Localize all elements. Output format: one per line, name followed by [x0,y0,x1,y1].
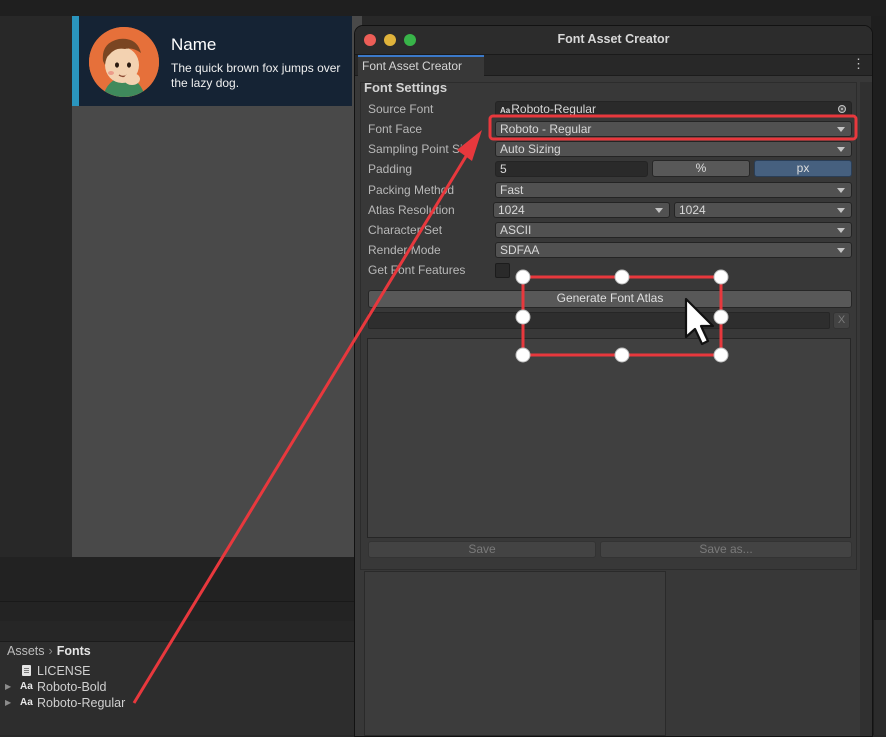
character-set-value: ASCII [500,223,532,237]
get-font-features-label: Get Font Features [368,263,466,277]
breadcrumb-fonts[interactable]: Fonts [57,644,91,658]
tab-font-asset-creator[interactable]: Font Asset Creator [358,55,484,76]
character-output-panel [364,571,666,736]
render-mode-value: SDFAA [500,243,540,257]
progress-bar [368,312,830,329]
toolbar-area [0,557,362,601]
render-mode-dropdown[interactable]: SDFAA [495,242,852,258]
font-asset-icon: Aa [500,106,511,115]
generate-font-atlas-button[interactable]: Generate Font Atlas [368,290,852,308]
list-item-label: LICENSE [37,664,91,678]
source-font-field[interactable]: AaRoboto-Regular [495,101,852,117]
card-name: Name [171,35,217,54]
chevron-right-icon: › [48,644,53,658]
list-item-roboto-regular[interactable]: ▶ Aa Roboto-Regular [0,695,200,711]
breadcrumb-assets[interactable]: Assets [7,644,45,658]
sampling-point-size-label: Sampling Point Size [368,142,476,156]
atlas-height-dropdown[interactable]: 1024 [674,202,852,218]
padding-px-toggle[interactable]: px [754,160,852,177]
document-icon [22,665,31,676]
save-button[interactable]: Save [368,541,596,558]
font-face-label: Font Face [368,122,423,136]
font-face-dropdown[interactable]: Roboto - Regular [495,121,852,137]
card-description: The quick brown fox jumps over the lazy … [171,61,341,90]
character-set-dropdown[interactable]: ASCII [495,222,852,238]
cartoon-boy-icon [89,27,159,97]
editor-top-strip [0,0,886,16]
character-set-label: Character Set [368,223,443,237]
breadcrumb: Assets › Fonts [7,644,91,658]
padding-percent-toggle[interactable]: % [652,160,750,177]
font-asset-icon: Aa [20,697,33,708]
padding-input[interactable]: 5 [495,161,648,177]
atlas-width-value: 1024 [498,203,525,217]
source-font-value: Roboto-Regular [511,102,596,116]
atlas-preview [367,338,851,538]
packing-method-value: Fast [500,183,524,197]
list-item-roboto-bold[interactable]: ▶ Aa Roboto-Bold [0,679,200,695]
get-font-features-checkbox[interactable] [495,263,510,278]
section-title: Font Settings [364,80,448,95]
atlas-resolution-label: Atlas Resolution [368,203,455,217]
window-title: Font Asset Creator [557,32,670,46]
atlas-height-value: 1024 [679,203,706,217]
fold-arrow-icon[interactable]: ▶ [5,695,11,711]
clear-button[interactable]: X [833,312,850,329]
padding-label: Padding [368,162,413,176]
font-asset-icon: Aa [20,681,33,692]
list-item-license[interactable]: LICENSE [0,663,200,679]
padding-value: 5 [500,162,507,176]
panel-splitter[interactable] [0,601,362,622]
card-accent-stripe [72,16,79,106]
packing-method-label: Packing Method [368,183,455,197]
sampling-point-size-value: Auto Sizing [500,142,561,156]
project-tab-bar [0,621,362,642]
avatar [89,27,159,97]
sampling-point-size-dropdown[interactable]: Auto Sizing [495,141,852,157]
source-font-label: Source Font [368,102,434,116]
fold-arrow-icon[interactable]: ▶ [5,679,11,695]
packing-method-dropdown[interactable]: Fast [495,182,852,198]
render-mode-label: Render Mode [368,243,441,257]
list-item-label: Roboto-Regular [37,696,126,710]
save-as-button[interactable]: Save as... [600,541,852,558]
list-item-label: Roboto-Bold [37,680,107,694]
window-scrollbar[interactable] [860,82,872,736]
more-options-icon[interactable]: ⋮ [852,56,865,72]
editor-right-panel [874,620,886,735]
font-asset-creator-window: Font Asset Creator Font Asset Creator ⋮ … [354,25,873,737]
font-face-value: Roboto - Regular [500,122,592,136]
atlas-width-dropdown[interactable]: 1024 [493,202,670,218]
